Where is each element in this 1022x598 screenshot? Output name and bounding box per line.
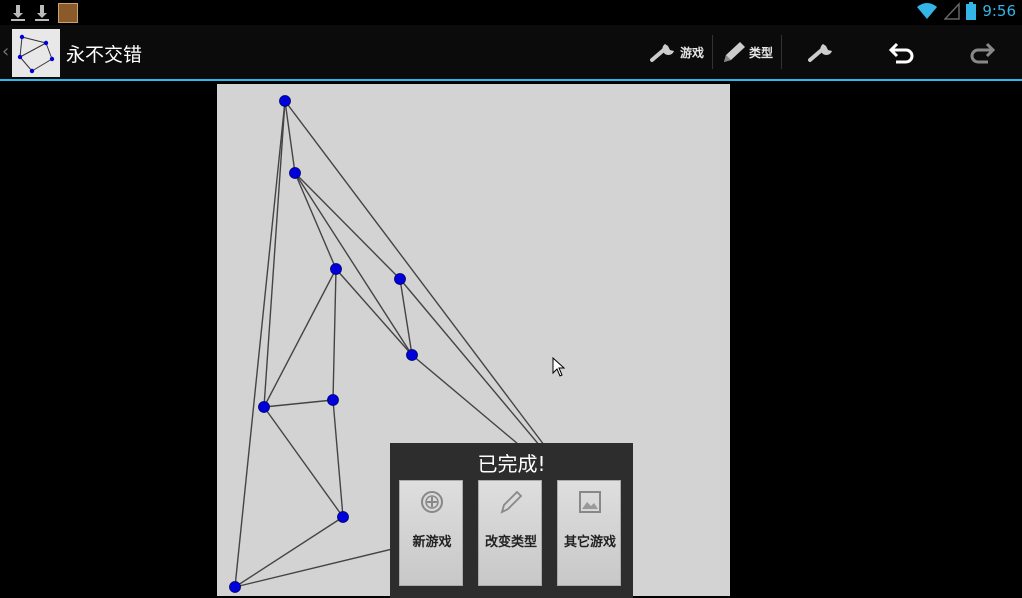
- wrench-icon: [649, 44, 674, 62]
- app-icon[interactable]: [12, 29, 60, 77]
- undo-icon: [888, 42, 914, 64]
- graph-node[interactable]: [406, 349, 418, 361]
- graph-edge: [294, 172, 401, 280]
- download-icon: [11, 5, 25, 21]
- wrench-icon: [808, 44, 832, 62]
- type-menu-button[interactable]: 类型: [713, 25, 781, 79]
- graph-edge: [263, 100, 286, 408]
- app-title: 永不交错: [66, 44, 143, 66]
- graph-node[interactable]: [289, 167, 301, 179]
- up-caret-icon[interactable]: ‹: [2, 41, 9, 62]
- graph-edge: [234, 100, 286, 588]
- status-bar: 9:56: [0, 0, 1022, 25]
- signal-icon: [944, 2, 961, 20]
- graph-node[interactable]: [229, 581, 241, 593]
- game-menu-button[interactable]: 游戏: [642, 25, 712, 79]
- other-games-button[interactable]: 其它游戏: [557, 480, 621, 586]
- graph-node[interactable]: [394, 273, 406, 285]
- download-icon: [35, 5, 49, 21]
- graph-edge: [284, 100, 588, 503]
- game-menu-label: 游戏: [679, 45, 704, 60]
- pencil-icon: [500, 490, 523, 514]
- new-game-label: 新游戏: [412, 535, 452, 550]
- redo-icon: [970, 42, 996, 64]
- other-games-label: 其它游戏: [563, 535, 616, 550]
- action-bar: ‹ 永不交错 游戏 类型: [0, 25, 1022, 79]
- picture-icon: [579, 491, 601, 513]
- battery-icon: [966, 2, 977, 20]
- graph-edge: [263, 406, 344, 518]
- type-menu-label: 类型: [748, 45, 773, 60]
- graph-edge: [263, 399, 334, 408]
- graph-edge: [294, 172, 337, 270]
- graph-edge: [234, 516, 344, 588]
- clock: 9:56: [982, 2, 1016, 20]
- completion-dialog: 已完成! 新游戏 改变类型 其它游戏: [390, 443, 633, 598]
- change-type-label: 改变类型: [484, 535, 537, 550]
- graph-edge: [332, 268, 337, 401]
- pencil-icon: [723, 42, 745, 62]
- graph-node[interactable]: [279, 95, 291, 107]
- dialog-title: 已完成!: [477, 452, 546, 476]
- graph-edge: [294, 172, 413, 356]
- wifi-icon: [917, 3, 938, 19]
- graph-node[interactable]: [337, 511, 349, 523]
- undo-button[interactable]: [862, 25, 942, 79]
- plus-circle-icon: [421, 491, 443, 513]
- graph-edge: [332, 399, 344, 518]
- graph-node[interactable]: [330, 263, 342, 275]
- change-type-button[interactable]: 改变类型: [478, 480, 542, 586]
- mouse-cursor-icon: [552, 357, 566, 377]
- app-notification-icon: [58, 3, 78, 23]
- action-bar-divider: [0, 79, 1022, 81]
- redo-button[interactable]: [942, 25, 1022, 79]
- settings-button[interactable]: [782, 25, 862, 79]
- graph-edge: [263, 268, 337, 408]
- graph-node[interactable]: [327, 394, 339, 406]
- new-game-button[interactable]: 新游戏: [399, 480, 463, 586]
- graph-node[interactable]: [258, 401, 270, 413]
